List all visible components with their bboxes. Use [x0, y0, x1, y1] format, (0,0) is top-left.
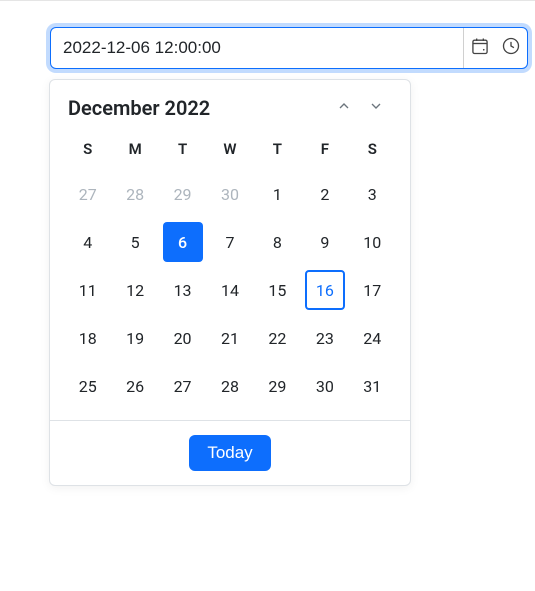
calendar-day[interactable]: 24: [349, 316, 396, 360]
calendar-day[interactable]: 28: [206, 364, 253, 408]
weekday-label: M: [111, 134, 158, 164]
calendar-day[interactable]: 28: [111, 172, 158, 216]
calendar-day[interactable]: 9: [301, 220, 348, 264]
calendar-day[interactable]: 2: [301, 172, 348, 216]
calendar-day[interactable]: 14: [206, 268, 253, 312]
weekday-label: T: [254, 134, 301, 164]
calendar-day[interactable]: 19: [111, 316, 158, 360]
chevron-down-icon: [368, 98, 384, 118]
days-grid: 2728293012345678910111213141516171819202…: [64, 172, 396, 408]
calendar-day[interactable]: 29: [159, 172, 206, 216]
calendar-day[interactable]: 29: [254, 364, 301, 408]
calendar-day[interactable]: 13: [159, 268, 206, 312]
calendar-day[interactable]: 20: [159, 316, 206, 360]
calendar-day[interactable]: 23: [301, 316, 348, 360]
calendar-day[interactable]: 3: [349, 172, 396, 216]
calendar-day[interactable]: 27: [159, 364, 206, 408]
calendar-header: December 2022: [64, 94, 396, 122]
calendar-day[interactable]: 8: [254, 220, 301, 264]
calendar-day[interactable]: 26: [111, 364, 158, 408]
weekday-label: T: [159, 134, 206, 164]
calendar-day[interactable]: 7: [206, 220, 253, 264]
calendar-day[interactable]: 16: [301, 268, 348, 312]
calendar-popup: December 2022 SMTWTFS 272829301234567891…: [49, 79, 411, 486]
calendar-day[interactable]: 27: [64, 172, 111, 216]
calendar-day[interactable]: 1: [254, 172, 301, 216]
weekday-label: S: [64, 134, 111, 164]
calendar-day[interactable]: 25: [64, 364, 111, 408]
datetime-input[interactable]: [51, 30, 463, 66]
weekday-label: W: [206, 134, 253, 164]
calendar-day[interactable]: 4: [64, 220, 111, 264]
weekday-label: F: [301, 134, 348, 164]
calendar-toggle-button[interactable]: [463, 28, 495, 68]
weekdays-row: SMTWTFS: [64, 134, 396, 164]
calendar-day[interactable]: 10: [349, 220, 396, 264]
calendar-title[interactable]: December 2022: [68, 96, 328, 120]
chevron-up-icon: [336, 98, 352, 118]
weekday-label: S: [349, 134, 396, 164]
input-container: [50, 27, 528, 69]
calendar-day[interactable]: 18: [64, 316, 111, 360]
prev-month-button[interactable]: [328, 94, 360, 122]
time-toggle-button[interactable]: [495, 28, 527, 68]
calendar-day[interactable]: 5: [111, 220, 158, 264]
calendar-day[interactable]: 30: [206, 172, 253, 216]
datetime-picker: December 2022 SMTWTFS 272829301234567891…: [50, 27, 528, 69]
clock-icon: [501, 36, 521, 60]
calendar-day[interactable]: 22: [254, 316, 301, 360]
calendar-day[interactable]: 6: [159, 220, 206, 264]
calendar-day[interactable]: 31: [349, 364, 396, 408]
calendar-day[interactable]: 30: [301, 364, 348, 408]
next-month-button[interactable]: [360, 94, 392, 122]
calendar-footer: Today: [50, 420, 410, 485]
calendar-day[interactable]: 11: [64, 268, 111, 312]
calendar-icon: [470, 36, 490, 60]
calendar-day[interactable]: 21: [206, 316, 253, 360]
today-button[interactable]: Today: [189, 435, 270, 471]
calendar-day[interactable]: 12: [111, 268, 158, 312]
calendar-day[interactable]: 15: [254, 268, 301, 312]
calendar-day[interactable]: 17: [349, 268, 396, 312]
